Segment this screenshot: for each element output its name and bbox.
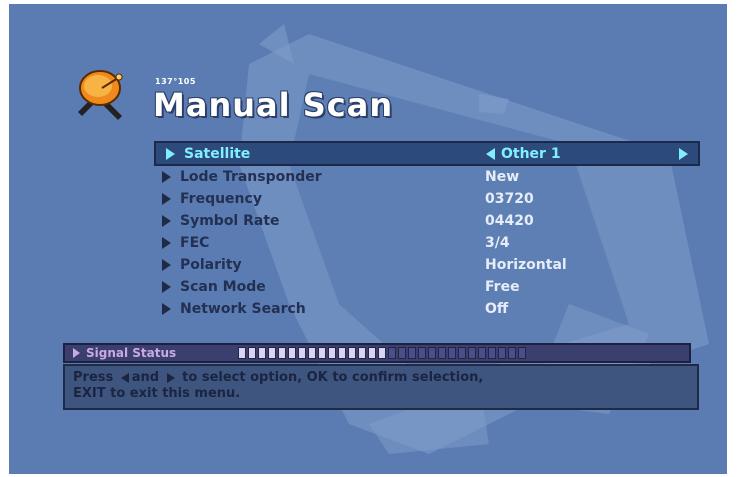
signal-segment [358, 347, 366, 359]
menu-row-satellite[interactable]: Satellite Other 1 [154, 141, 700, 166]
menu-row-frequency[interactable]: Frequency 03720 [154, 188, 700, 210]
left-arrow-icon [120, 372, 129, 383]
signal-segment [498, 347, 506, 359]
signal-segment [508, 347, 516, 359]
signal-status-label: Signal Status [86, 346, 177, 360]
signal-segment [238, 347, 246, 359]
value-left-arrow-icon[interactable] [486, 147, 495, 160]
signal-segment [318, 347, 326, 359]
menu-value: 3/4 [485, 235, 510, 251]
menu-row-fec[interactable]: FEC 3/4 [154, 232, 700, 254]
signal-segment [338, 347, 346, 359]
help-text-press: Press [73, 370, 114, 385]
help-text-exit: EXIT to exit this menu. [73, 386, 241, 401]
selection-arrow-icon [166, 147, 175, 160]
help-text-and: and [131, 370, 160, 385]
signal-segment [408, 347, 416, 359]
menu-label: FEC [180, 235, 210, 251]
menu-label: Scan Mode [180, 279, 266, 295]
signal-arrow-icon [73, 348, 80, 358]
signal-segment [438, 347, 446, 359]
signal-segment [368, 347, 376, 359]
bullet-arrow-icon [162, 237, 171, 249]
signal-segment [428, 347, 436, 359]
menu-label: Lode Transponder [180, 169, 322, 185]
menu-value: Off [485, 301, 509, 317]
menu-row-scan-mode[interactable]: Scan Mode Free [154, 276, 700, 298]
signal-segment [278, 347, 286, 359]
signal-segment [268, 347, 276, 359]
signal-segment [458, 347, 466, 359]
menu-value: 04420 [485, 213, 534, 229]
menu-value: New [485, 169, 520, 185]
menu-row-lode-transponder[interactable]: Lode Transponder New [154, 166, 700, 188]
signal-segment [418, 347, 426, 359]
signal-segment [388, 347, 396, 359]
bullet-arrow-icon [162, 171, 171, 183]
right-arrow-icon [166, 372, 175, 383]
menu-value: 03720 [485, 191, 534, 207]
menu-value: Horizontal [485, 257, 567, 273]
signal-segment [308, 347, 316, 359]
signal-segment [378, 347, 386, 359]
signal-segment [298, 347, 306, 359]
menu-value: Other 1 [501, 145, 561, 162]
help-text-instruction: to select option, OK to confirm selectio… [182, 370, 484, 385]
signal-segment [448, 347, 456, 359]
bullet-arrow-icon [162, 193, 171, 205]
signal-segment [348, 347, 356, 359]
signal-segment [288, 347, 296, 359]
page-title: Manual Scan [153, 86, 394, 124]
signal-segment [248, 347, 256, 359]
bullet-arrow-icon [162, 259, 171, 271]
signal-segment [478, 347, 486, 359]
settings-menu: Satellite Other 1 Lode Transponder New F… [154, 141, 700, 320]
signal-segment [468, 347, 476, 359]
menu-row-polarity[interactable]: Polarity Horizontal [154, 254, 700, 276]
value-right-arrow-icon[interactable] [679, 147, 688, 160]
signal-segment [518, 347, 526, 359]
menu-value: Free [485, 279, 520, 295]
menu-label: Polarity [180, 257, 242, 273]
signal-segment [258, 347, 266, 359]
help-text-box: Press and to select option, OK to confir… [63, 364, 699, 410]
menu-label: Frequency [180, 191, 262, 207]
menu-label: Symbol Rate [180, 213, 280, 229]
signal-meter [238, 347, 526, 359]
satellite-coordinates: 137°105 [155, 77, 196, 86]
bullet-arrow-icon [162, 281, 171, 293]
signal-segment [488, 347, 496, 359]
signal-status-bar: Signal Status [63, 343, 691, 363]
menu-row-symbol-rate[interactable]: Symbol Rate 04420 [154, 210, 700, 232]
satellite-dish-icon [78, 70, 123, 120]
menu-label: Satellite [184, 145, 251, 162]
menu-label: Network Search [180, 301, 306, 317]
bullet-arrow-icon [162, 215, 171, 227]
bullet-arrow-icon [162, 303, 171, 315]
menu-row-network-search[interactable]: Network Search Off [154, 298, 700, 320]
signal-segment [398, 347, 406, 359]
signal-segment [328, 347, 336, 359]
